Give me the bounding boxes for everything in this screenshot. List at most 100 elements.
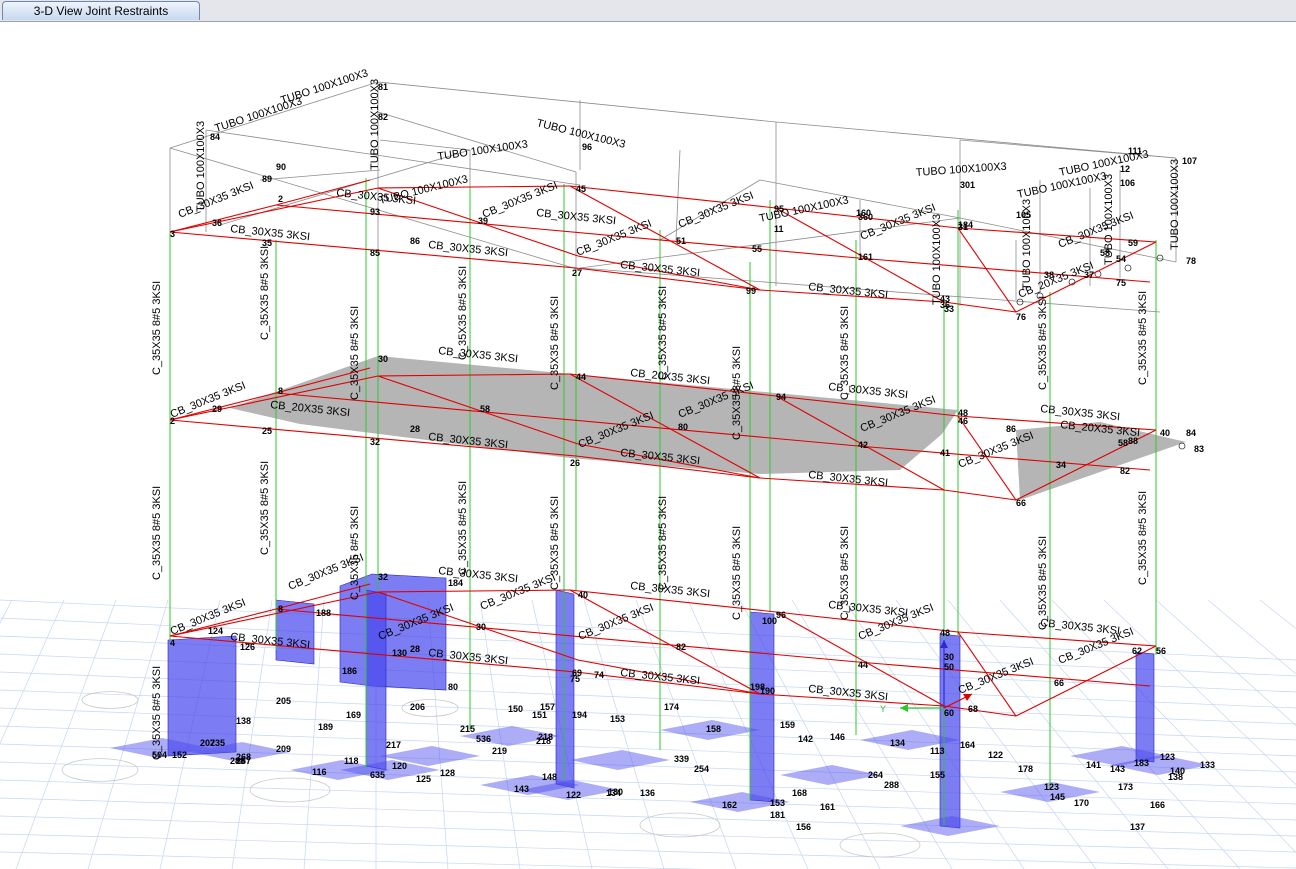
joint-label: 143 [514, 784, 529, 794]
joint-label: 143 [1110, 764, 1125, 774]
joint-label: 219 [492, 746, 507, 756]
joint-label: 133 [1200, 760, 1215, 770]
joint-label: 68 [968, 704, 978, 714]
joint-label: 122 [988, 750, 1003, 760]
joint-label: 166 [1150, 800, 1165, 810]
joint-label: 635 [370, 770, 385, 780]
section-label: CB_30X35 3KSI [177, 180, 256, 221]
grid-line [1207, 599, 1296, 675]
joint-label: 150 [508, 704, 523, 714]
joint-label: 153 [770, 798, 785, 808]
joint-label: 134 [606, 788, 621, 798]
joint-label: 3 [170, 229, 175, 239]
joint-label: 36 [940, 300, 950, 310]
joint-label: 194 [572, 710, 587, 720]
joint-label: 59 [1128, 238, 1138, 248]
joint-label: 30 [944, 652, 954, 662]
joint-label: 100 [762, 616, 777, 626]
model-3d-viewport[interactable]: C_35X35 8#5 3KSI C_35X35 8#5 3KSI C_35X3… [0, 22, 1296, 869]
joint-label: 125 [416, 774, 431, 784]
section-label: C_35X35 8#5 3KSI [549, 296, 561, 390]
joint-label: 44 [576, 372, 586, 382]
footing-pad [900, 816, 1000, 836]
axis-y-label: Y [880, 704, 886, 714]
joint-label: 36 [212, 218, 222, 228]
joint-label: 38 [1044, 270, 1054, 280]
section-label: CB_30X35 3KSI [677, 190, 756, 231]
joint-label: 56 [1156, 646, 1166, 656]
joint-label: 39 [478, 216, 488, 226]
joint-label: 8 [278, 604, 283, 614]
joint-label: 74 [594, 670, 604, 680]
section-label: TUBO 100X100X3 [758, 194, 850, 225]
joint-label: 161 [820, 802, 835, 812]
joint-label: 130 [392, 648, 407, 658]
section-label: TUBO 100X100X3 [213, 95, 303, 135]
section-label: C_35X35 8#5 3KSI [657, 286, 669, 380]
section-label: C_35X35 8#5 3KSI [457, 481, 469, 575]
joint-label: 217 [386, 740, 401, 750]
grid-line [0, 797, 1296, 837]
joint-label: 134 [890, 738, 905, 748]
section-label: TUBO 100X100X3 [378, 173, 469, 207]
grid-bubble [839, 832, 921, 858]
joint-label: 155 [930, 770, 945, 780]
joint-label: 122 [566, 790, 581, 800]
joint-label: 40 [1160, 428, 1170, 438]
joint-label: 37 [1084, 270, 1094, 280]
restraint-wall [1135, 651, 1155, 763]
section-label: TUBO 100X100X3 [437, 138, 529, 163]
joint-label: 159 [780, 720, 795, 730]
joint-label: 264 [868, 770, 883, 780]
joint-label: 106 [1120, 178, 1135, 188]
pin-support [1124, 264, 1132, 272]
joint-label: 82 [676, 642, 686, 652]
joint-label: 152 [172, 750, 187, 760]
joint-label: 44 [858, 660, 868, 670]
joint-label: 51 [676, 236, 686, 246]
section-label: TUBO 100X100X3 [931, 214, 943, 305]
joint-label: 138 [236, 716, 251, 726]
joint-label: 158 [706, 724, 721, 734]
joint-label: 46 [958, 416, 968, 426]
grid-line [1051, 599, 1296, 853]
joint-label: 184 [958, 220, 973, 230]
section-label: TUBO 100X100X3 [1169, 159, 1181, 250]
joint-label: 81 [378, 82, 388, 92]
joint-label: 198 [750, 682, 765, 692]
section-label: CB_30X35 3KSI [808, 469, 889, 489]
joint-label: 30 [378, 354, 388, 364]
section-label: C_35X35 8#5 3KSI [457, 266, 469, 360]
joint-label: 146 [830, 732, 845, 742]
joint-label: 89 [262, 174, 272, 184]
section-label: CB_30X35 3KSI [438, 345, 519, 365]
joint-label: 82 [378, 112, 388, 122]
section-label: C_35X35 8#5 3KSI [1037, 296, 1049, 390]
joint-label: 96 [776, 610, 786, 620]
joint-label: 215 [460, 724, 475, 734]
joint-label: 82 [1120, 466, 1130, 476]
joint-label: 173 [1118, 782, 1133, 792]
joint-label: 184 [448, 578, 463, 588]
joint-label: 151 [532, 710, 547, 720]
grid-line [1259, 599, 1296, 629]
joint-label: 168 [792, 788, 807, 798]
joint-label: 28 [410, 424, 420, 434]
grid-bubble [639, 812, 721, 838]
grid-line [0, 599, 13, 624]
joint-label: 360 [858, 212, 873, 222]
joint-label: 78 [1186, 256, 1196, 266]
roof-member [377, 81, 777, 123]
joint-label: 66 [1054, 678, 1064, 688]
joint-label: 186 [342, 666, 357, 676]
joint-label: 2 [278, 194, 283, 204]
section-label: C_35X35 8#5 3KSI [151, 281, 163, 375]
pin-support [1178, 442, 1186, 450]
tab-3d-view-joint-restraints[interactable]: 3-D View Joint Restraints [2, 1, 200, 20]
joint-label: 339 [674, 754, 689, 764]
joint-label: 32 [378, 572, 388, 582]
joint-label: 105 [1016, 210, 1031, 220]
section-label: TUBO 100X100X3 [915, 161, 1007, 179]
joint-label: 86 [1006, 424, 1016, 434]
joint-label: 58 [480, 404, 490, 414]
